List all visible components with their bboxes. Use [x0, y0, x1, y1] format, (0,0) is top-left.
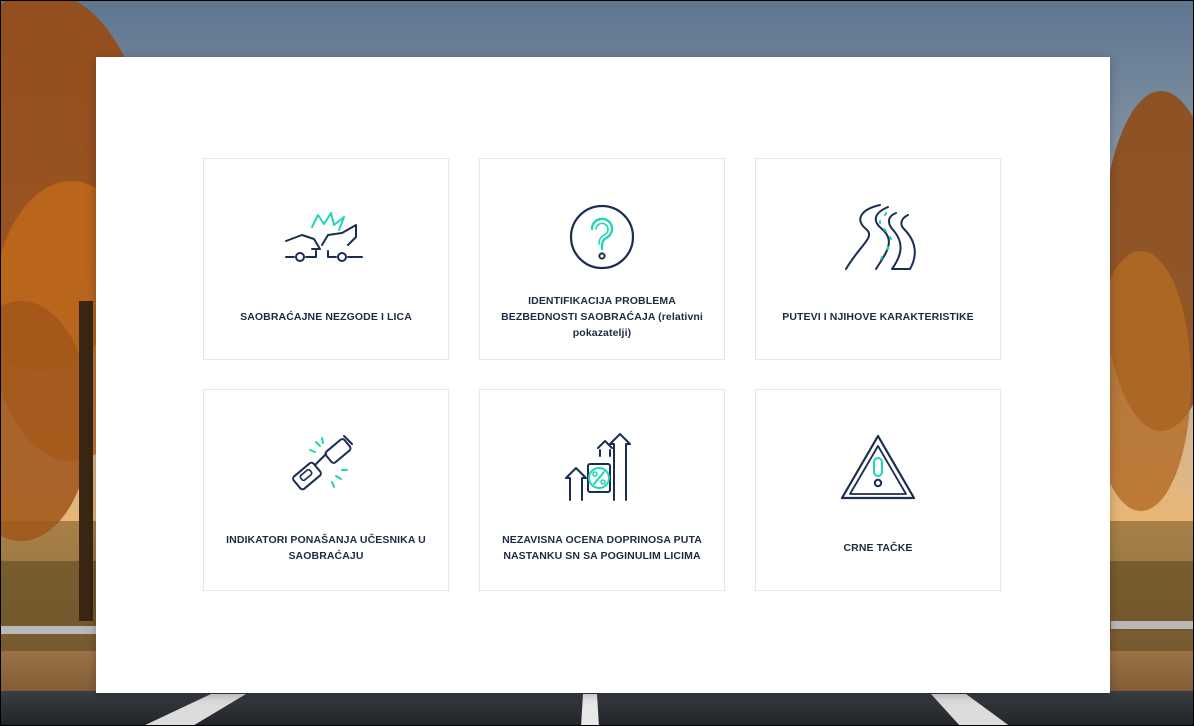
seatbelt-icon	[204, 430, 448, 506]
card-label: IDENTIFIKACIJA PROBLEMA BEZBEDNOSTI SAOB…	[501, 295, 703, 339]
car-crash-icon	[204, 199, 448, 275]
card-problem-identification[interactable]: IDENTIFIKACIJA PROBLEMA BEZBEDNOSTI SAOB…	[479, 158, 725, 360]
card-label: SAOBRAĆAJNE NEZGODE I LICA	[240, 311, 412, 323]
card-label: NEZAVISNA OCENA DOPRINOSA PUTA NASTANKU …	[502, 534, 702, 562]
card-road-contribution[interactable]: NEZAVISNA OCENA DOPRINOSA PUTA NASTANKU …	[479, 389, 725, 591]
card-roads[interactable]: PUTEVI I NJIHOVE KARAKTERISTIKE	[755, 158, 1001, 360]
card-label: INDIKATORI PONAŠANJA UČESNIKA U SAOBRAĆA…	[226, 534, 426, 562]
card-label: CRNE TAČKE	[843, 542, 913, 554]
question-icon	[480, 199, 724, 275]
winding-road-icon	[756, 199, 1000, 275]
growth-percent-icon	[480, 430, 724, 506]
card-traffic-accidents[interactable]: SAOBRAĆAJNE NEZGODE I LICA	[203, 158, 449, 360]
warning-triangle-icon	[756, 430, 1000, 506]
content-panel: SAOBRAĆAJNE NEZGODE I LICA IDENTIFIKACIJ…	[96, 57, 1110, 693]
card-behaviour-indicators[interactable]: INDIKATORI PONAŠANJA UČESNIKA U SAOBRAĆA…	[203, 389, 449, 591]
card-black-spots[interactable]: CRNE TAČKE	[755, 389, 1001, 591]
card-label: PUTEVI I NJIHOVE KARAKTERISTIKE	[782, 311, 974, 323]
